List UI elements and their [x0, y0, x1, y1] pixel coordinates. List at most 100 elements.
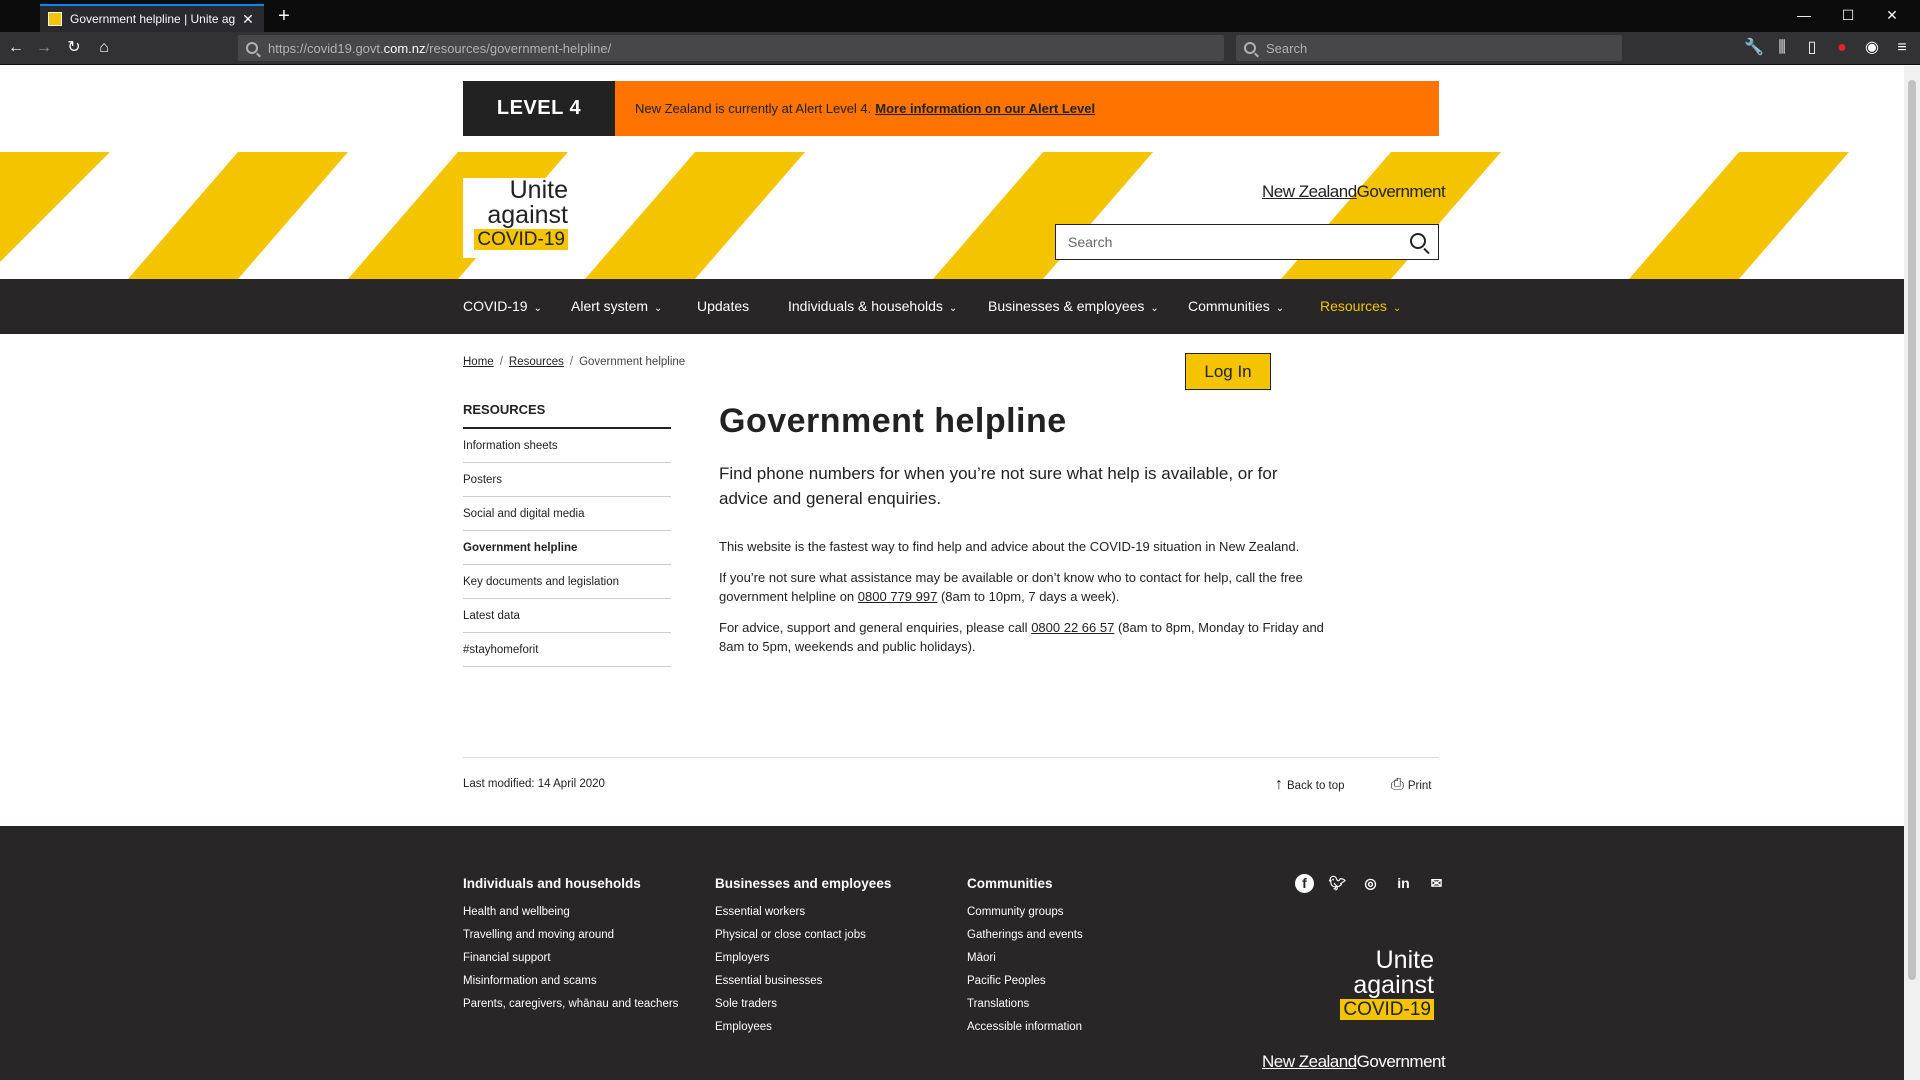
- footer-link[interactable]: Gatherings and events: [967, 924, 1083, 947]
- reload-icon[interactable]: ↻: [62, 37, 86, 59]
- close-tab-icon[interactable]: ✕: [240, 11, 256, 28]
- scrollbar-thumb[interactable]: [1908, 80, 1916, 980]
- page-meta: Last modified: 14 April 2020 ↑ Back to to…: [463, 757, 1439, 805]
- sidebar-item-stayhomeforit[interactable]: #stayhomeforit: [463, 633, 671, 667]
- footer-link[interactable]: Community groups: [967, 901, 1083, 924]
- resources-sidebar: RESOURCES Information sheets Posters Soc…: [463, 402, 671, 667]
- footer-link[interactable]: Sole traders: [715, 993, 891, 1016]
- nz-government-logo[interactable]: New ZealandGovernment: [1262, 182, 1446, 202]
- sidebar-item-key-documents[interactable]: Key documents and legislation: [463, 565, 671, 599]
- email-icon[interactable]: ✉: [1427, 874, 1446, 893]
- footer-link[interactable]: Employers: [715, 947, 891, 970]
- nav-item-updates[interactable]: Updates: [697, 279, 749, 334]
- nav-item-label: Individuals & households: [788, 298, 943, 314]
- alert-message: New Zealand is currently at Alert Level …: [615, 81, 1439, 136]
- footer-link[interactable]: Essential workers: [715, 901, 891, 924]
- nav-item-individuals-households[interactable]: Individuals & households ⌄: [788, 279, 957, 334]
- sidebar-item-latest-data[interactable]: Latest data: [463, 599, 671, 633]
- footer-link[interactable]: Essential businesses: [715, 970, 891, 993]
- alert-info-link[interactable]: More information on our Alert Level: [875, 101, 1095, 116]
- footer-link[interactable]: Financial support: [463, 947, 678, 970]
- breadcrumb-separator: /: [569, 356, 574, 368]
- breadcrumb-home[interactable]: Home: [463, 356, 494, 368]
- nav-item-label: Businesses & employees: [988, 298, 1145, 314]
- sidebar-icon[interactable]: ▯: [1800, 37, 1824, 59]
- nav-item-label: Resources: [1320, 298, 1387, 314]
- breadcrumb-separator: /: [499, 356, 503, 368]
- footer-link[interactable]: Pacific Peoples: [967, 970, 1083, 993]
- site-search-placeholder: Search: [1068, 234, 1113, 250]
- favicon-icon: [48, 12, 62, 26]
- sidebar-item-posters[interactable]: Posters: [463, 463, 671, 497]
- footer-link[interactable]: Māori: [967, 947, 1083, 970]
- browser-tab[interactable]: Government helpline | Unite ag ✕: [40, 4, 264, 32]
- back-to-top-link[interactable]: ↑ Back to top: [1275, 776, 1345, 794]
- page-scrollbar[interactable]: [1904, 66, 1920, 1080]
- footer-link[interactable]: Translations: [967, 993, 1083, 1016]
- wrench-icon[interactable]: 🔧: [1742, 37, 1766, 59]
- nav-item-resources[interactable]: Resources ⌄: [1320, 279, 1401, 334]
- footer-column-heading[interactable]: Communities: [967, 876, 1083, 891]
- helpline-phone-link[interactable]: 0800 779 997: [858, 589, 938, 604]
- nzg-left: New Zealand: [1262, 182, 1357, 201]
- footer-link[interactable]: Misinformation and scams: [463, 970, 678, 993]
- nav-item-communities[interactable]: Communities ⌄: [1188, 279, 1284, 334]
- alert-level: LEVEL 4: [463, 81, 615, 136]
- close-window-icon[interactable]: ✕: [1874, 4, 1910, 26]
- ublock-icon[interactable]: ●: [1830, 37, 1854, 59]
- footer-link[interactable]: Employees: [715, 1016, 891, 1039]
- home-icon[interactable]: ⌂: [92, 37, 116, 59]
- maximize-icon[interactable]: ☐: [1830, 4, 1866, 26]
- breadcrumb: Home / Resources / Government helpline: [463, 356, 685, 368]
- chevron-down-icon: ⌄: [1275, 303, 1285, 314]
- url-bar[interactable]: https://covid19.govt. com.nz/resources/go…: [238, 35, 1224, 61]
- minimize-icon[interactable]: —: [1786, 4, 1822, 26]
- unite-logo[interactable]: Unite against COVID-19: [463, 178, 568, 258]
- breadcrumb-resources[interactable]: Resources: [509, 356, 564, 368]
- nav-item-label: Updates: [697, 298, 750, 314]
- footer-logo-line2: against: [1353, 971, 1434, 999]
- enquiries-phone-link[interactable]: 0800 22 66 57: [1031, 620, 1114, 635]
- footer-column-heading[interactable]: Businesses and employees: [715, 876, 891, 891]
- nav-item-businesses-employees[interactable]: Businesses & employees ⌄: [988, 279, 1159, 334]
- footer-column: Individuals and households Health and wel…: [463, 876, 678, 1016]
- site-footer: Individuals and households Health and wel…: [0, 826, 1904, 1080]
- nav-item-covid-19[interactable]: COVID-19 ⌄: [463, 279, 542, 334]
- browser-search-input[interactable]: Search: [1236, 35, 1622, 61]
- linkedin-icon[interactable]: in: [1394, 874, 1413, 893]
- footer-unite-logo[interactable]: Unite against COVID-19: [1324, 948, 1434, 1020]
- nav-item-label: Alert system: [571, 298, 649, 314]
- footer-link[interactable]: Health and wellbeing: [463, 901, 678, 924]
- nav-item-alert-system[interactable]: Alert system ⌄: [571, 279, 662, 334]
- breadcrumb-current: Government helpline: [579, 356, 686, 368]
- sidebar-item-information-sheets[interactable]: Information sheets: [463, 429, 671, 463]
- forward-icon[interactable]: →: [32, 37, 56, 59]
- back-to-top-label: Back to top: [1287, 780, 1345, 792]
- new-tab-button[interactable]: +: [270, 4, 298, 30]
- print-link[interactable]: ⎙ Print: [1391, 776, 1431, 794]
- alert-banner: LEVEL 4 New Zealand is currently at Aler…: [463, 81, 1439, 136]
- footer-link[interactable]: Physical or close contact jobs: [715, 924, 891, 947]
- page-viewport: LEVEL 4 New Zealand is currently at Aler…: [0, 66, 1904, 1080]
- twitter-icon[interactable]: 🐦︎: [1328, 874, 1347, 893]
- site-search-input[interactable]: Search: [1055, 224, 1439, 260]
- sidebar-item-social-media[interactable]: Social and digital media: [463, 497, 671, 531]
- footer-column: Businesses and employees Essential worker…: [715, 876, 891, 1039]
- footer-column-heading[interactable]: Individuals and households: [463, 876, 678, 891]
- site-search-icon[interactable]: [1410, 233, 1426, 249]
- sidebar-item-government-helpline[interactable]: Government helpline: [463, 531, 671, 565]
- instagram-icon[interactable]: ◎: [1361, 874, 1380, 893]
- footer-link[interactable]: Parents, caregivers, whānau and teachers: [463, 993, 678, 1016]
- account-icon[interactable]: ◉: [1860, 37, 1884, 59]
- main-navigation: COVID-19 ⌄ Alert system ⌄ Updates Individuals…: [0, 279, 1904, 334]
- footer-link[interactable]: Travelling and moving around: [463, 924, 678, 947]
- back-icon[interactable]: ←: [4, 37, 28, 59]
- menu-icon[interactable]: ≡: [1890, 37, 1914, 59]
- facebook-icon[interactable]: f: [1295, 874, 1314, 893]
- footer-link[interactable]: Accessible information: [967, 1016, 1083, 1039]
- sidebar-heading: RESOURCES: [463, 402, 671, 429]
- footer-nz-government-logo[interactable]: New ZealandGovernment: [1262, 1052, 1446, 1072]
- library-icon[interactable]: ⫼: [1770, 37, 1794, 59]
- login-button[interactable]: Log In: [1185, 353, 1271, 390]
- chevron-down-icon: ⌄: [1392, 303, 1402, 314]
